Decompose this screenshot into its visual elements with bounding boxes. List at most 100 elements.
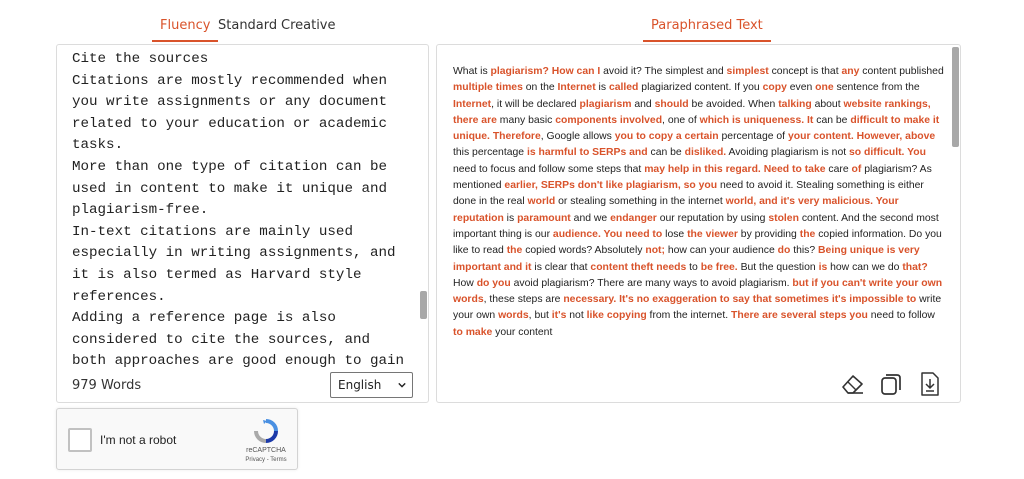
changed-phrase[interactable]: it's [552, 310, 567, 321]
changed-phrase[interactable]: do [778, 245, 791, 256]
changed-phrase[interactable]: called [609, 82, 638, 93]
unchanged-phrase: and [631, 98, 655, 110]
tab-standard[interactable]: Standard [218, 18, 277, 33]
unchanged-phrase: plagiarized content. If you [638, 82, 763, 94]
input-textarea[interactable]: Cite the sources Citations are mostly re… [72, 49, 412, 367]
unchanged-phrase: is clear that [531, 261, 591, 273]
unchanged-phrase: , but [528, 310, 552, 322]
unchanged-phrase: What is [453, 66, 491, 77]
changed-phrase[interactable]: There are several steps you [731, 310, 868, 321]
unchanged-phrase: your content [492, 326, 553, 338]
unchanged-phrase: How [453, 277, 477, 289]
changed-phrase[interactable]: necessary. It's no exaggeration to say t… [563, 294, 916, 305]
changed-phrase[interactable]: copy [763, 82, 787, 93]
unchanged-phrase: is [503, 212, 518, 224]
unchanged-phrase: avoid plagiarism? There are many ways to… [510, 277, 793, 289]
unchanged-phrase: not [566, 310, 587, 322]
unchanged-phrase: sentence from the [833, 82, 920, 94]
unchanged-phrase: But the question [737, 261, 819, 273]
changed-phrase[interactable]: be free. [701, 262, 738, 273]
tab-creative[interactable]: Creative [281, 18, 336, 33]
changed-phrase[interactable]: world [528, 196, 556, 207]
changed-phrase[interactable]: that? [902, 262, 927, 273]
output-scrollbar-thumb[interactable] [952, 47, 959, 147]
unchanged-phrase: this? [790, 245, 819, 257]
changed-phrase[interactable]: stolen [768, 213, 799, 224]
changed-phrase[interactable]: may help in this regard. Need to take [644, 164, 825, 175]
changed-phrase[interactable]: is harmful to SERPs and [527, 147, 648, 158]
output-panel: What is plagiarism? How can I avoid it? … [436, 44, 961, 403]
paraphrase-mode-tabs: Fluency Standard Creative [56, 0, 426, 45]
recaptcha-checkbox[interactable] [68, 428, 92, 452]
unchanged-phrase: need to focus and follow some steps that [453, 163, 645, 175]
changed-phrase[interactable]: should [655, 99, 689, 110]
unchanged-phrase: Avoiding plagiarism is not [726, 147, 850, 159]
unchanged-phrase: care [825, 163, 852, 175]
language-select[interactable]: English [330, 372, 413, 398]
changed-phrase[interactable]: the [507, 245, 523, 256]
changed-phrase[interactable]: your content. However, above [788, 131, 935, 142]
changed-phrase[interactable]: any [841, 66, 859, 77]
unchanged-phrase: even [786, 82, 816, 94]
unchanged-phrase: can be [647, 147, 685, 159]
changed-phrase[interactable]: Internet [453, 99, 491, 110]
changed-phrase[interactable]: endanger [610, 213, 657, 224]
unchanged-phrase: can be [813, 114, 851, 126]
unchanged-phrase: , these steps are [483, 294, 564, 306]
unchanged-phrase: by providing [737, 228, 800, 240]
changed-phrase[interactable]: plagiarism [579, 99, 631, 110]
chevron-down-icon [398, 382, 406, 388]
changed-phrase[interactable]: talking [778, 99, 812, 110]
unchanged-phrase: and we [570, 212, 611, 224]
changed-phrase[interactable]: is [819, 262, 828, 273]
tab-paraphrased-text[interactable]: Paraphrased Text [643, 18, 771, 42]
unchanged-phrase: lose [662, 228, 688, 240]
unchanged-phrase: many basic [496, 114, 556, 126]
unchanged-phrase: from the internet. [646, 310, 731, 322]
changed-phrase[interactable]: so difficult. You [849, 147, 926, 158]
recaptcha-terms-link[interactable]: Privacy - Terms [240, 457, 292, 463]
copy-icon[interactable] [878, 371, 904, 397]
changed-phrase[interactable]: one [815, 82, 833, 93]
input-panel: Cite the sources Citations are mostly re… [56, 44, 429, 403]
recaptcha-logo-icon [254, 419, 278, 443]
unchanged-phrase: content published [859, 66, 944, 77]
changed-phrase[interactable]: the [800, 229, 816, 240]
tab-fluency[interactable]: Fluency [151, 18, 219, 42]
changed-phrase[interactable]: plagiarism? How can I [491, 66, 601, 77]
changed-phrase[interactable]: of [852, 164, 862, 175]
language-select-value: English [338, 378, 382, 392]
changed-phrase[interactable]: multiple times [453, 82, 523, 93]
changed-phrase[interactable]: disliked. [685, 147, 727, 158]
download-icon[interactable] [917, 371, 943, 397]
changed-phrase[interactable]: audience. You need to [553, 229, 662, 240]
changed-phrase[interactable]: to make [453, 327, 492, 338]
output-scrollbar[interactable] [952, 47, 959, 365]
changed-phrase[interactable]: the viewer [687, 229, 738, 240]
changed-phrase[interactable]: words [498, 310, 529, 321]
unchanged-phrase: is [595, 82, 609, 94]
changed-phrase[interactable]: like copying [587, 310, 647, 321]
changed-phrase[interactable]: paramount [517, 213, 571, 224]
input-scrollbar[interactable] [420, 47, 427, 365]
changed-phrase[interactable]: simplest [727, 66, 769, 77]
changed-phrase[interactable]: which is uniqueness. It [700, 115, 814, 126]
input-scrollbar-thumb[interactable] [420, 291, 427, 319]
changed-phrase[interactable]: Internet [558, 82, 596, 93]
changed-phrase[interactable]: content theft needs [590, 262, 686, 273]
unchanged-phrase: need to follow [867, 310, 935, 322]
unchanged-phrase: , Google allows [540, 131, 615, 143]
changed-phrase[interactable]: earlier, SERPs don't like plagiarism, so… [504, 180, 717, 191]
unchanged-phrase: avoid it? The simplest and [600, 66, 727, 77]
unchanged-phrase: , one of [662, 114, 700, 126]
paraphrased-output[interactable]: What is plagiarism? How can I avoid it? … [453, 64, 946, 362]
changed-phrase[interactable]: do you [477, 278, 511, 289]
eraser-icon[interactable] [840, 371, 866, 397]
unchanged-phrase: percentage of [718, 131, 788, 143]
unchanged-phrase: be avoided. When [688, 98, 779, 110]
recaptcha-label: I'm not a robot [100, 433, 177, 447]
unchanged-phrase: or stealing something in the internet [555, 196, 726, 208]
changed-phrase[interactable]: not; [645, 245, 665, 256]
changed-phrase[interactable]: components involved [555, 115, 662, 126]
changed-phrase[interactable]: you to copy a certain [615, 131, 719, 142]
